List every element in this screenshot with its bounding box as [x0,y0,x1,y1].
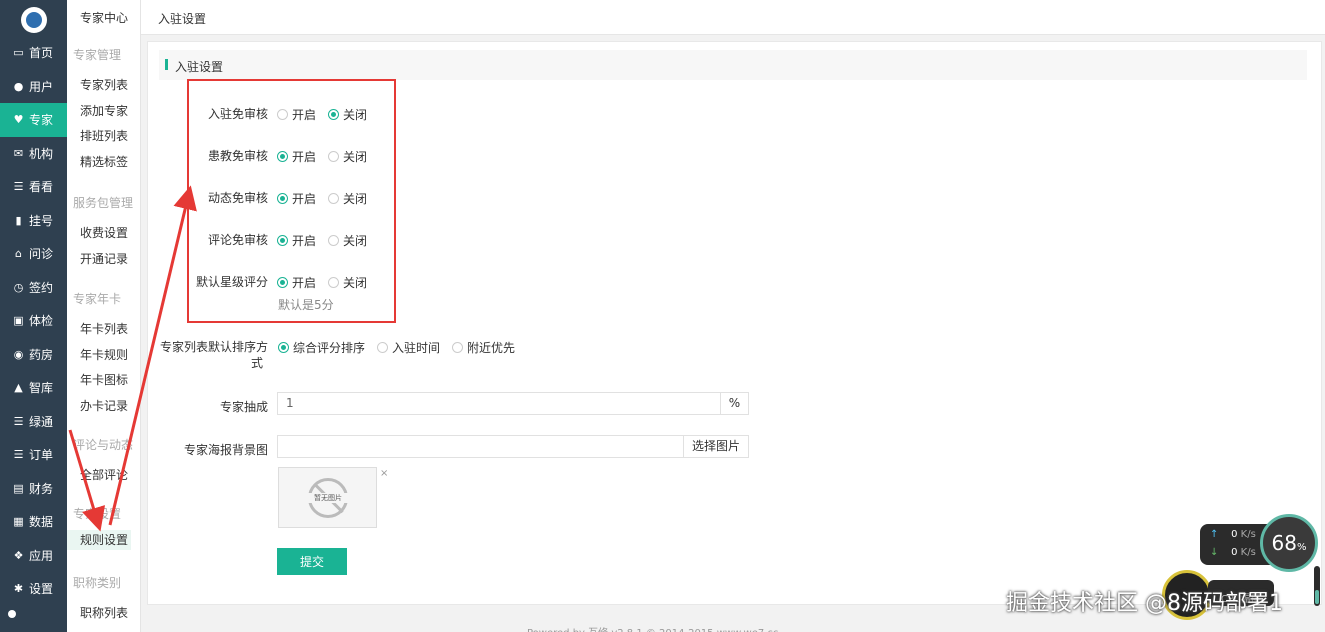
level-bar [1314,566,1320,606]
net-down: ↓ 0 K/s [1210,547,1256,558]
net-up: ↑ 0 K/s [1210,529,1256,540]
annotation-arrows [68,185,197,532]
watermark: 掘金技术社区 @8源码部署1 [1006,591,1283,616]
memory-gauge: 68% [1260,514,1318,572]
arrow-up [108,185,197,526]
arrow-down [68,429,106,532]
